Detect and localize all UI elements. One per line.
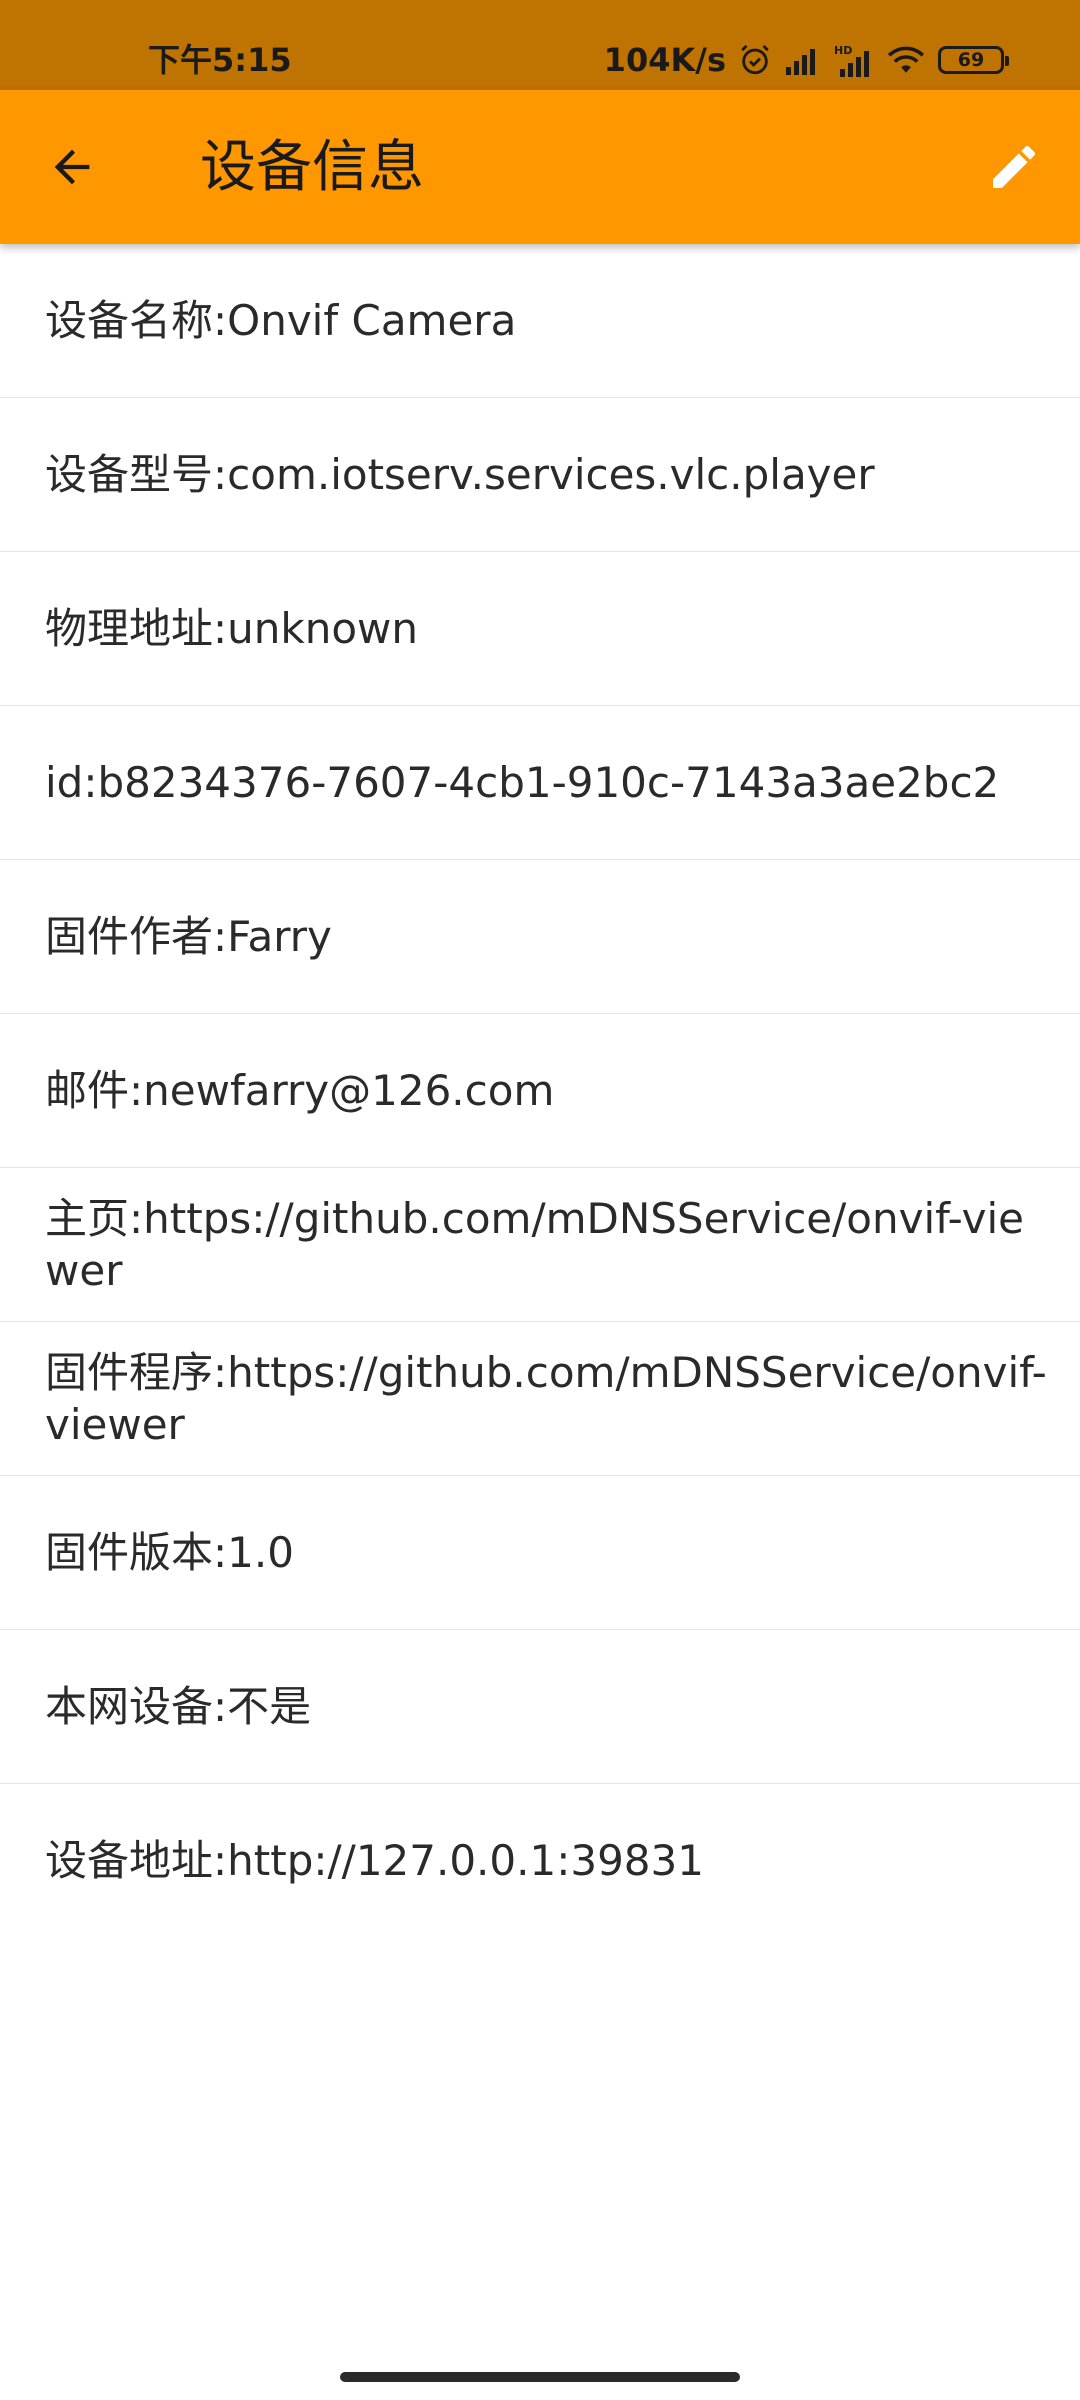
arrow-back-icon — [54, 149, 90, 185]
status-time: 下午5:15 — [148, 41, 292, 79]
info-item-device-model[interactable]: 设备型号:com.iotserv.services.vlc.player — [0, 398, 1080, 552]
home-indicator[interactable] — [340, 2372, 740, 2382]
info-item-mac-address[interactable]: 物理地址:unknown — [0, 552, 1080, 706]
info-item-homepage[interactable]: 主页:https://github.com/mDNSService/onvif-… — [0, 1168, 1080, 1322]
info-item-device-name[interactable]: 设备名称:Onvif Camera — [0, 244, 1080, 398]
page-title: 设备信息 — [200, 135, 424, 200]
info-item-id[interactable]: id:b8234376-7607-4cb1-910c-7143a3ae2bc2 — [0, 706, 1080, 860]
edit-button[interactable] — [978, 131, 1050, 203]
battery-icon: 69 — [938, 46, 1009, 74]
info-item-firmware-version[interactable]: 固件版本:1.0 — [0, 1476, 1080, 1630]
pencil-icon — [993, 145, 1036, 188]
alarm-icon — [738, 43, 772, 77]
info-item-email[interactable]: 邮件:newfarry@126.com — [0, 1014, 1080, 1168]
svg-text:HD: HD — [834, 44, 852, 57]
back-button[interactable] — [36, 131, 108, 203]
battery-level: 69 — [957, 49, 985, 71]
info-item-local-device[interactable]: 本网设备:不是 — [0, 1630, 1080, 1784]
app-bar: 设备信息 — [0, 90, 1080, 244]
status-icons: 104K/s HD 69 — [603, 38, 1009, 82]
net-speed: 104K/s — [603, 41, 726, 79]
info-item-device-address[interactable]: 设备地址:http://127.0.0.1:39831 — [0, 1784, 1080, 1938]
device-info-list: 设备名称:Onvif Camera 设备型号:com.iotserv.servi… — [0, 244, 1080, 1938]
info-item-firmware-program[interactable]: 固件程序:https://github.com/mDNSService/onvi… — [0, 1322, 1080, 1476]
hd-signal-icon: HD — [834, 43, 874, 77]
status-bar: 下午5:15 104K/s HD 69 — [0, 0, 1080, 90]
info-item-firmware-author[interactable]: 固件作者:Farry — [0, 860, 1080, 1014]
signal-icon — [784, 45, 822, 75]
wifi-icon — [886, 44, 926, 76]
